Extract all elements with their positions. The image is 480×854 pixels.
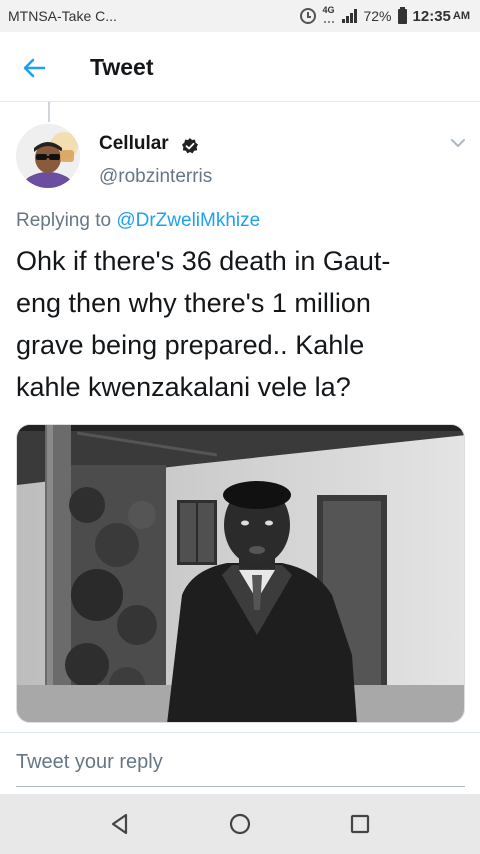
network-icon: 4G: [322, 5, 336, 25]
replying-prefix: Replying to: [16, 210, 112, 231]
display-name[interactable]: Cellular: [99, 133, 169, 155]
tweet-text-line: eng then why there's 1 million: [16, 288, 371, 318]
tweet-text-line: Ohk if there's 36 death in Gaut-: [16, 246, 391, 276]
avatar[interactable]: [16, 124, 80, 188]
replying-to: Replying to @DrZweliMkhize: [16, 210, 260, 232]
network-type: 4G: [322, 5, 335, 15]
reply-input-underline: [16, 786, 465, 787]
battery-icon: [397, 6, 407, 24]
arrow-left-icon: [23, 58, 46, 78]
status-icons: 4G 72% 12:35 AM: [300, 5, 470, 26]
tweet-photo[interactable]: [16, 424, 465, 723]
photo-image: [17, 425, 464, 722]
status-bar: MTNSA-Take C... 4G 72% 12:35 AM: [0, 0, 480, 32]
triangle-back-icon[interactable]: [106, 810, 134, 838]
tweet-text-line: grave being prepared.. Kahle: [16, 330, 365, 360]
tweet-text-line: kahle kwenzakalani vele la?: [16, 372, 351, 402]
circle-home-icon[interactable]: [226, 810, 254, 838]
reply-mention-link[interactable]: @DrZweliMkhize: [116, 210, 260, 231]
user-handle[interactable]: @robzinterris: [99, 166, 212, 188]
avatar-image: [16, 124, 80, 188]
alarm-icon: [300, 8, 317, 24]
system-nav-bar: [0, 794, 480, 854]
reply-input[interactable]: Tweet your reply: [16, 751, 163, 774]
battery-percent: 72%: [363, 8, 392, 24]
clock-ampm: AM: [452, 10, 470, 22]
chevron-down-icon[interactable]: [450, 138, 466, 148]
tweet-text: Ohk if there's 36 death in Gaut- eng the…: [16, 240, 466, 408]
badge-icon: [182, 138, 198, 154]
signal-icon: [342, 9, 358, 23]
clock-time: 12:35: [412, 7, 451, 25]
app-header: Tweet: [0, 32, 480, 102]
reply-composer: Tweet your reply: [0, 732, 480, 794]
back-button[interactable]: [18, 52, 50, 84]
carrier-name: MTNSA-Take C...: [8, 8, 117, 24]
square-recents-icon[interactable]: [346, 810, 374, 838]
thread-connector-line: [48, 102, 50, 122]
page-title: Tweet: [90, 54, 154, 80]
